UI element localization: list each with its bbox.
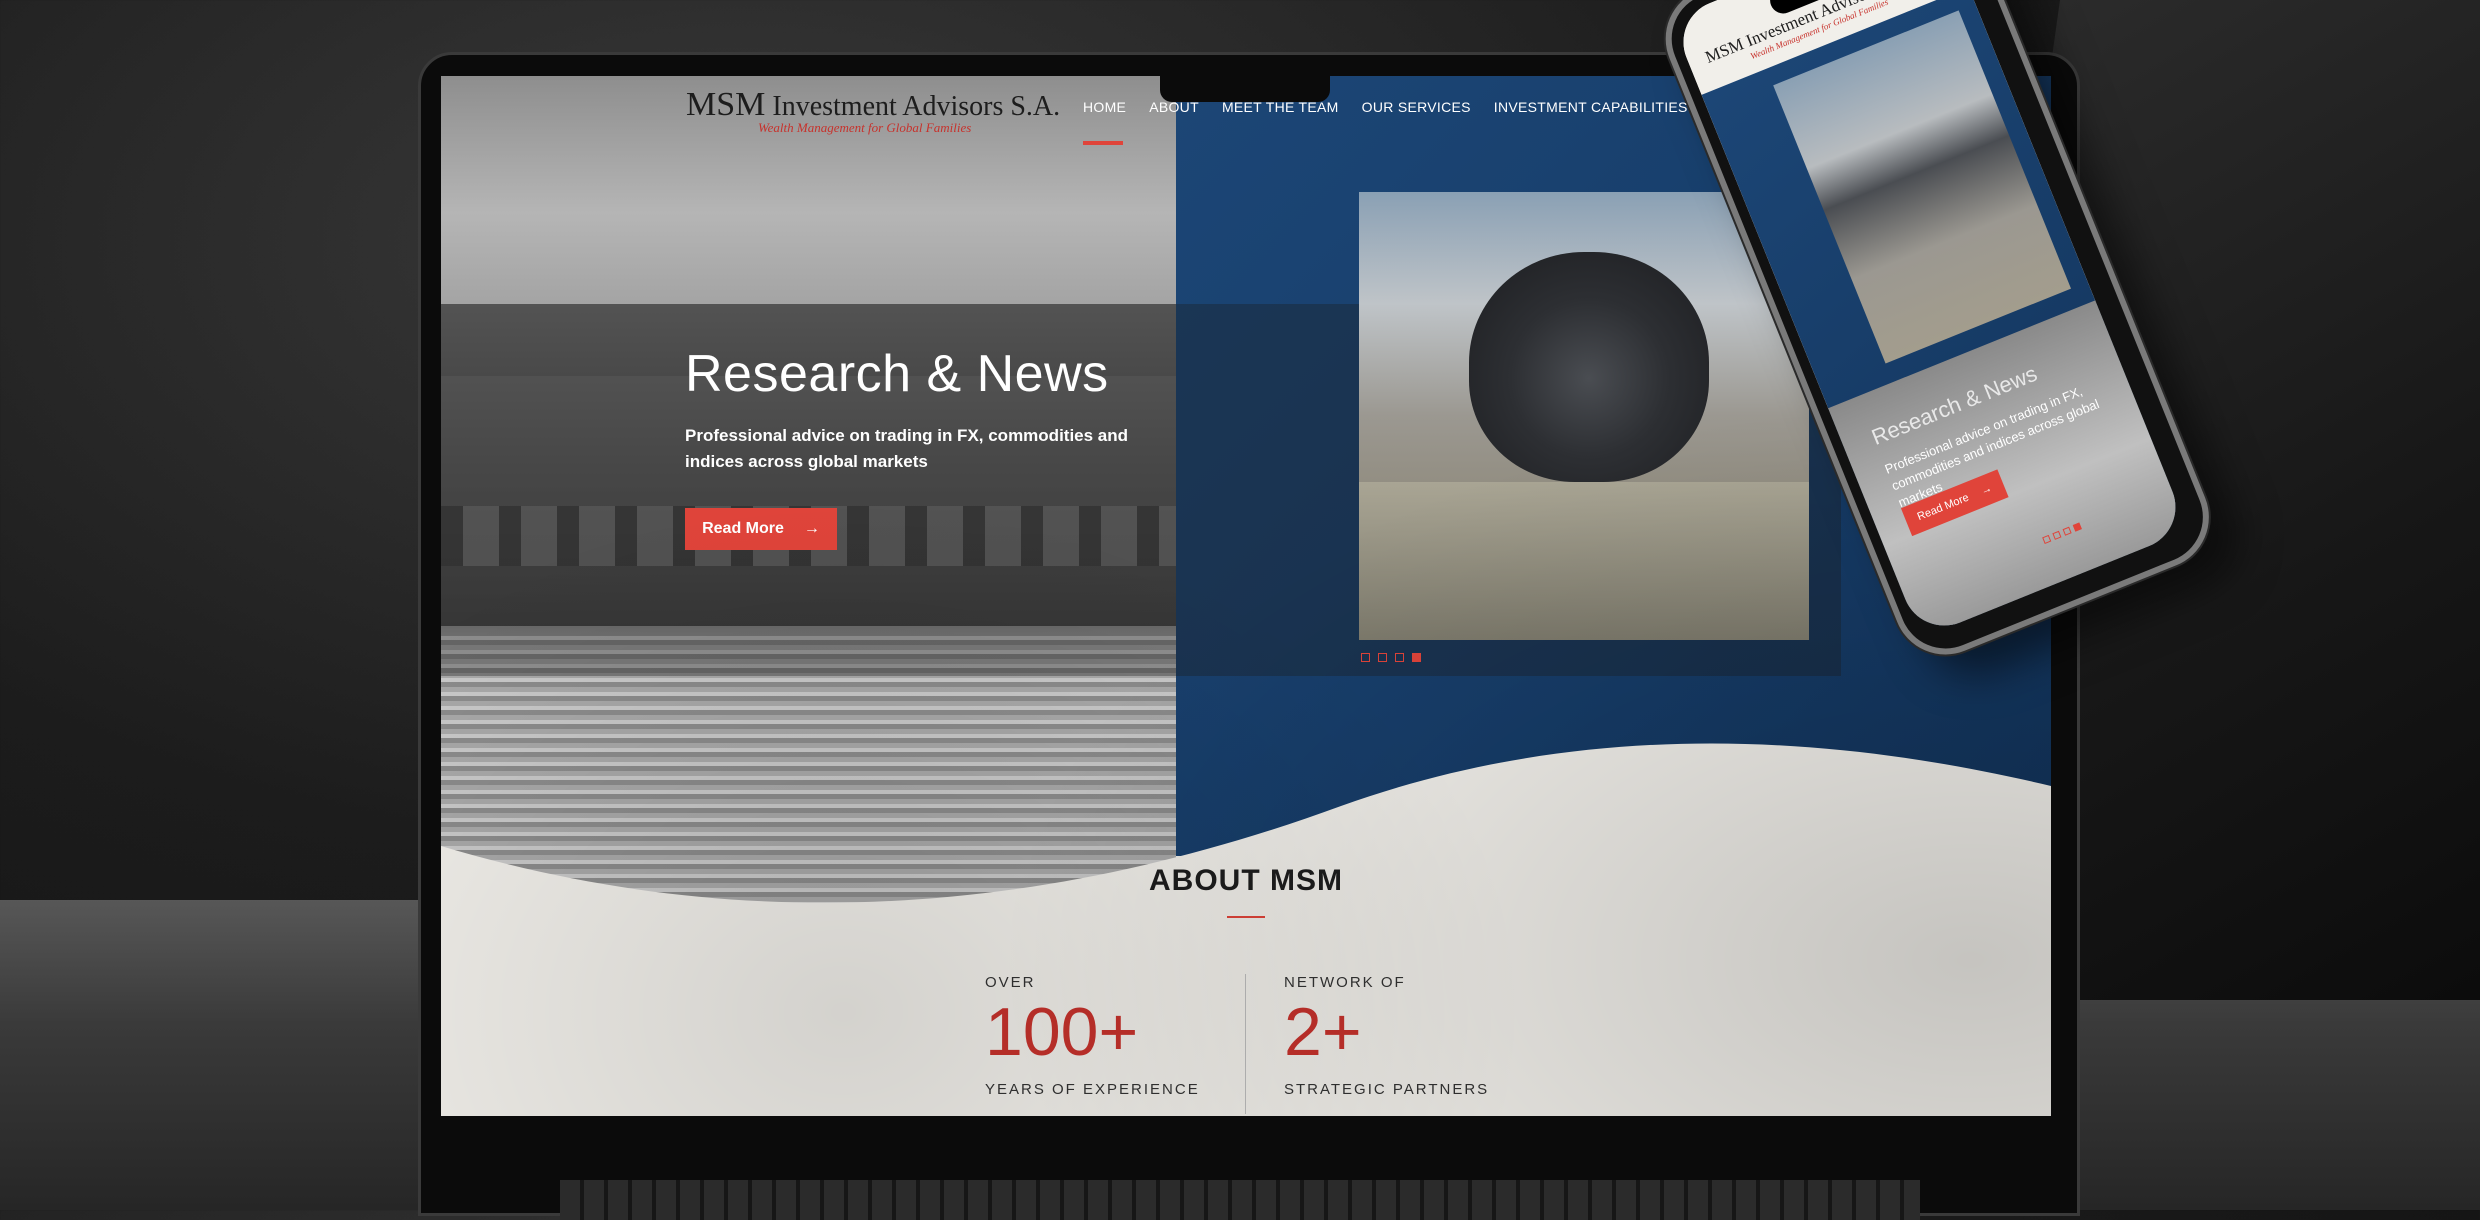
laptop-keyboard bbox=[560, 1180, 1920, 1220]
nav-active-indicator bbox=[1083, 141, 1123, 145]
slider-dot-3[interactable] bbox=[1395, 653, 1404, 662]
arrow-right-icon: → bbox=[803, 520, 820, 537]
logo-name: MSM Investment Advisors S.A. bbox=[686, 86, 1061, 123]
hero-title: Research & News bbox=[685, 345, 1109, 403]
stat-prefix: OVER bbox=[985, 974, 1036, 991]
arrow-right-icon: → bbox=[1979, 482, 1994, 498]
about-section-title: ABOUT MSM bbox=[1149, 864, 1343, 897]
site-logo[interactable]: MSM Investment Advisors S.A. Wealth Mana… bbox=[686, 86, 1060, 136]
stat-number: 100+ bbox=[985, 994, 1139, 1070]
stat-label: YEARS OF EXPERIENCE bbox=[985, 1081, 1200, 1098]
slider-dot-1[interactable] bbox=[1361, 653, 1370, 662]
nav-item-investment-capabilities[interactable]: INVESTMENT CAPABILITIES bbox=[1494, 99, 1688, 115]
stat-prefix: NETWORK OF bbox=[1284, 974, 1406, 991]
hero-subtitle: Professional advice on trading in FX, co… bbox=[685, 426, 1129, 471]
stat-divider bbox=[1245, 974, 1246, 1114]
read-more-label: Read More bbox=[702, 520, 784, 537]
nav-item-our-services[interactable]: OUR SERVICES bbox=[1362, 99, 1471, 115]
fountain-basin bbox=[1359, 482, 1809, 640]
hero-lion-fountain-image bbox=[1359, 192, 1809, 640]
nav-item-home[interactable]: HOME bbox=[1083, 99, 1126, 115]
lion-head bbox=[1469, 252, 1709, 482]
slider-dot-2[interactable] bbox=[1378, 653, 1387, 662]
stat-years-experience: OVER 100+ YEARS OF EXPERIENCE bbox=[985, 974, 1200, 1098]
laptop-notch bbox=[1160, 76, 1330, 102]
stat-strategic-partners: NETWORK OF 2+ STRATEGIC PARTNERS bbox=[1284, 974, 1489, 1098]
read-more-button[interactable]: Read More → bbox=[685, 508, 837, 550]
about-title-rule bbox=[1227, 916, 1265, 918]
stat-number: 2+ bbox=[1284, 994, 1362, 1070]
slider-pagination bbox=[1361, 653, 1421, 662]
slider-dot-4[interactable] bbox=[1412, 653, 1421, 662]
stat-label: STRATEGIC PARTNERS bbox=[1284, 1081, 1490, 1098]
